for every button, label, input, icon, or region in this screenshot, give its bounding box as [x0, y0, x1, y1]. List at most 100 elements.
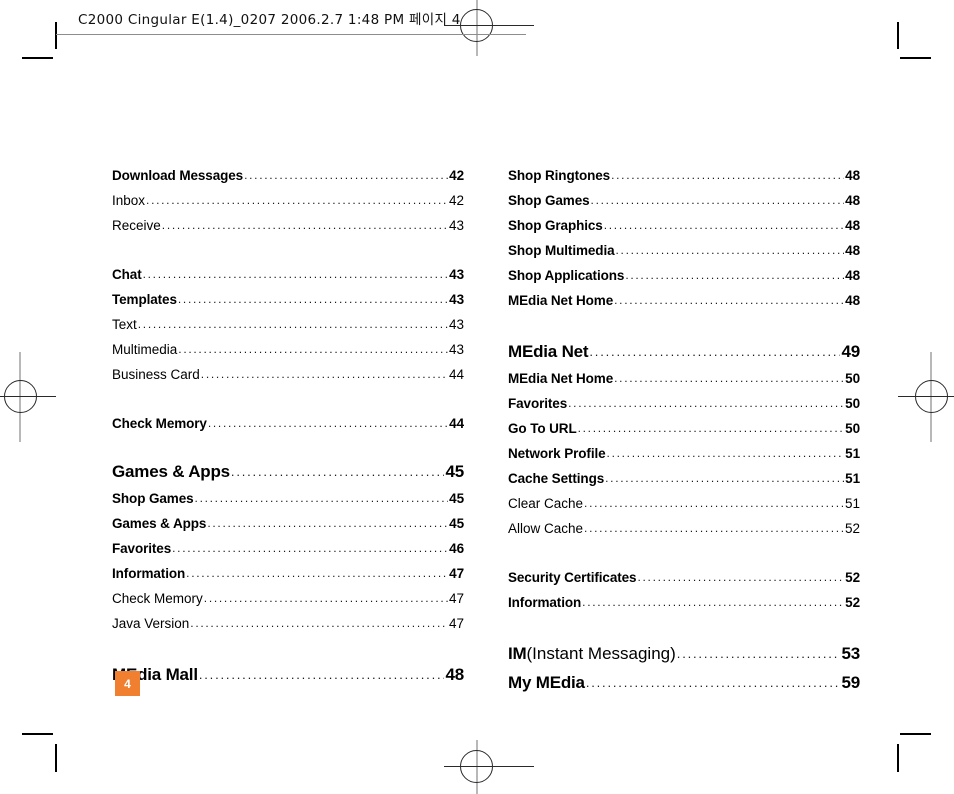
- toc-leader-dots: ........................................…: [590, 193, 845, 207]
- toc-entry[interactable]: Download Messages.......................…: [112, 168, 464, 193]
- toc-spacer: [112, 243, 464, 267]
- toc-leader-dots: ........................................…: [137, 317, 448, 331]
- toc-entry-label: Business Card: [112, 367, 200, 382]
- toc-entry-page-number: 50: [845, 396, 860, 411]
- toc-entry-page-number: 53: [841, 644, 860, 663]
- toc-leader-dots: ........................................…: [142, 267, 449, 281]
- toc-leader-dots: ........................................…: [605, 471, 844, 485]
- toc-entry-label: IM(Instant Messaging): [508, 644, 676, 663]
- toc-entry[interactable]: Go To URL...............................…: [508, 421, 860, 446]
- toc-entry-page-number: 44: [449, 416, 464, 431]
- toc-entry[interactable]: Shop Applications.......................…: [508, 268, 860, 293]
- toc-entry-page-number: 49: [841, 342, 860, 361]
- toc-spacer: [112, 392, 464, 416]
- toc-entry-page-number: 51: [845, 446, 860, 461]
- toc-entry-label: Shop Graphics: [508, 218, 603, 233]
- toc-leader-dots: ........................................…: [178, 342, 448, 356]
- toc-entry[interactable]: MEdia Net Home..........................…: [508, 371, 860, 396]
- toc-entry[interactable]: Favorites...............................…: [112, 541, 464, 566]
- toc-entry-page-number: 50: [845, 371, 860, 386]
- page-number-badge: 4: [115, 671, 140, 696]
- toc-entry[interactable]: Games & Apps............................…: [112, 462, 464, 491]
- toc-entry[interactable]: My MEdia................................…: [508, 673, 860, 702]
- toc-entry[interactable]: Inbox...................................…: [112, 193, 464, 218]
- crop-mark-bottom-right-vertical: [897, 744, 899, 772]
- toc-entry-page-number: 52: [845, 570, 860, 585]
- crop-mark-bottom-left-vertical: [55, 744, 57, 772]
- toc-entry-page-number: 43: [449, 267, 464, 282]
- toc-entry[interactable]: Information.............................…: [112, 566, 464, 591]
- toc-leader-dots: ........................................…: [589, 344, 840, 359]
- toc-entry[interactable]: Check Memory............................…: [112, 416, 464, 441]
- toc-entry[interactable]: MEdia Net Home..........................…: [508, 293, 860, 318]
- toc-entry[interactable]: Java Version............................…: [112, 616, 464, 641]
- toc-entry[interactable]: Shop Games..............................…: [508, 193, 860, 218]
- toc-entry[interactable]: Templates...............................…: [112, 292, 464, 317]
- toc-entry-page-number: 43: [448, 218, 464, 233]
- registration-mark-right: [898, 352, 954, 442]
- toc-entry-label: Games & Apps: [112, 516, 207, 531]
- toc-entry-page-number: 48: [845, 218, 860, 233]
- toc-entry[interactable]: Network Profile.........................…: [508, 446, 860, 471]
- toc-entry-label: Favorites: [508, 396, 568, 411]
- toc-entry-page-number: 47: [448, 616, 464, 631]
- toc-entry-label: Receive: [112, 218, 161, 233]
- toc-entry-label: Security Certificates: [508, 570, 637, 585]
- toc-entry-page-number: 47: [449, 566, 464, 581]
- toc-entry-label: Shop Multimedia: [508, 243, 615, 258]
- toc-entry[interactable]: Text....................................…: [112, 317, 464, 342]
- toc-entry[interactable]: MEdia Mall..............................…: [112, 665, 464, 694]
- toc-entry-page-number: 48: [845, 243, 860, 258]
- toc-entry-label: Check Memory: [112, 416, 207, 431]
- toc-entry-page-number: 48: [845, 293, 860, 308]
- toc-entry[interactable]: IM(Instant Messaging)...................…: [508, 644, 860, 673]
- toc-entry-page-number: 48: [845, 268, 860, 283]
- toc-entry-label: Multimedia: [112, 342, 178, 357]
- toc-entry-page-number: 42: [448, 193, 464, 208]
- registration-mark-left: [0, 352, 56, 442]
- page-number-label: 4: [124, 676, 131, 691]
- toc-entry-label: Shop Applications: [508, 268, 625, 283]
- toc-leader-dots: ........................................…: [190, 616, 448, 630]
- toc-entry[interactable]: Business Card...........................…: [112, 367, 464, 392]
- toc-entry[interactable]: Games & Apps............................…: [112, 516, 464, 541]
- print-slug-bar: C2000 Cingular E(1.4)_0207 2006.2.7 1:48…: [56, 8, 526, 35]
- toc-entry[interactable]: Shop Graphics...........................…: [508, 218, 860, 243]
- toc-entry[interactable]: Receive.................................…: [112, 218, 464, 243]
- toc-entry-page-number: 46: [449, 541, 464, 556]
- toc-entry[interactable]: Shop Ringtones..........................…: [508, 168, 860, 193]
- print-slug-text: C2000 Cingular E(1.4)_0207 2006.2.7 1:48…: [78, 12, 461, 28]
- toc-leader-dots: ........................................…: [161, 218, 448, 232]
- toc-entry-page-number: 48: [845, 193, 860, 208]
- toc-leader-dots: ........................................…: [611, 168, 844, 182]
- toc-entry-label: MEdia Net: [508, 342, 589, 361]
- toc-leader-dots: ........................................…: [244, 168, 448, 182]
- toc-leader-dots: ........................................…: [603, 218, 844, 232]
- toc-entry[interactable]: MEdia Net...............................…: [508, 342, 860, 371]
- toc-entry[interactable]: Multimedia..............................…: [112, 342, 464, 367]
- toc-entry[interactable]: Allow Cache.............................…: [508, 521, 860, 546]
- toc-entry[interactable]: Clear Cache.............................…: [508, 496, 860, 521]
- toc-entry-label: Java Version: [112, 616, 190, 631]
- toc-entry-page-number: 45: [445, 462, 464, 481]
- toc-entry[interactable]: Cache Settings..........................…: [508, 471, 860, 496]
- toc-entry[interactable]: Information.............................…: [508, 595, 860, 620]
- toc-entry[interactable]: Check Memory............................…: [112, 591, 464, 616]
- toc-entry[interactable]: Shop Multimedia.........................…: [508, 243, 860, 268]
- toc-entry-label: Chat: [112, 267, 142, 282]
- toc-entry-page-number: 45: [449, 491, 464, 506]
- toc-entry[interactable]: Chat....................................…: [112, 267, 464, 292]
- toc-entry-page-number: 48: [845, 168, 860, 183]
- toc-entry[interactable]: Shop Games..............................…: [112, 491, 464, 516]
- toc-entry-label: MEdia Net Home: [508, 371, 614, 386]
- toc-entry-label: Check Memory: [112, 591, 203, 606]
- toc-entry[interactable]: Security Certificates...................…: [508, 570, 860, 595]
- toc-entry[interactable]: Favorites...............................…: [508, 396, 860, 421]
- toc-leader-dots: ........................................…: [615, 243, 845, 257]
- toc-entry-label: Favorites: [112, 541, 172, 556]
- toc-leader-dots: ........................................…: [614, 371, 844, 385]
- toc-leader-dots: ........................................…: [625, 268, 844, 282]
- toc-entry-page-number: 47: [448, 591, 464, 606]
- toc-leader-dots: ........................................…: [582, 595, 844, 609]
- toc-entry-label: Download Messages: [112, 168, 244, 183]
